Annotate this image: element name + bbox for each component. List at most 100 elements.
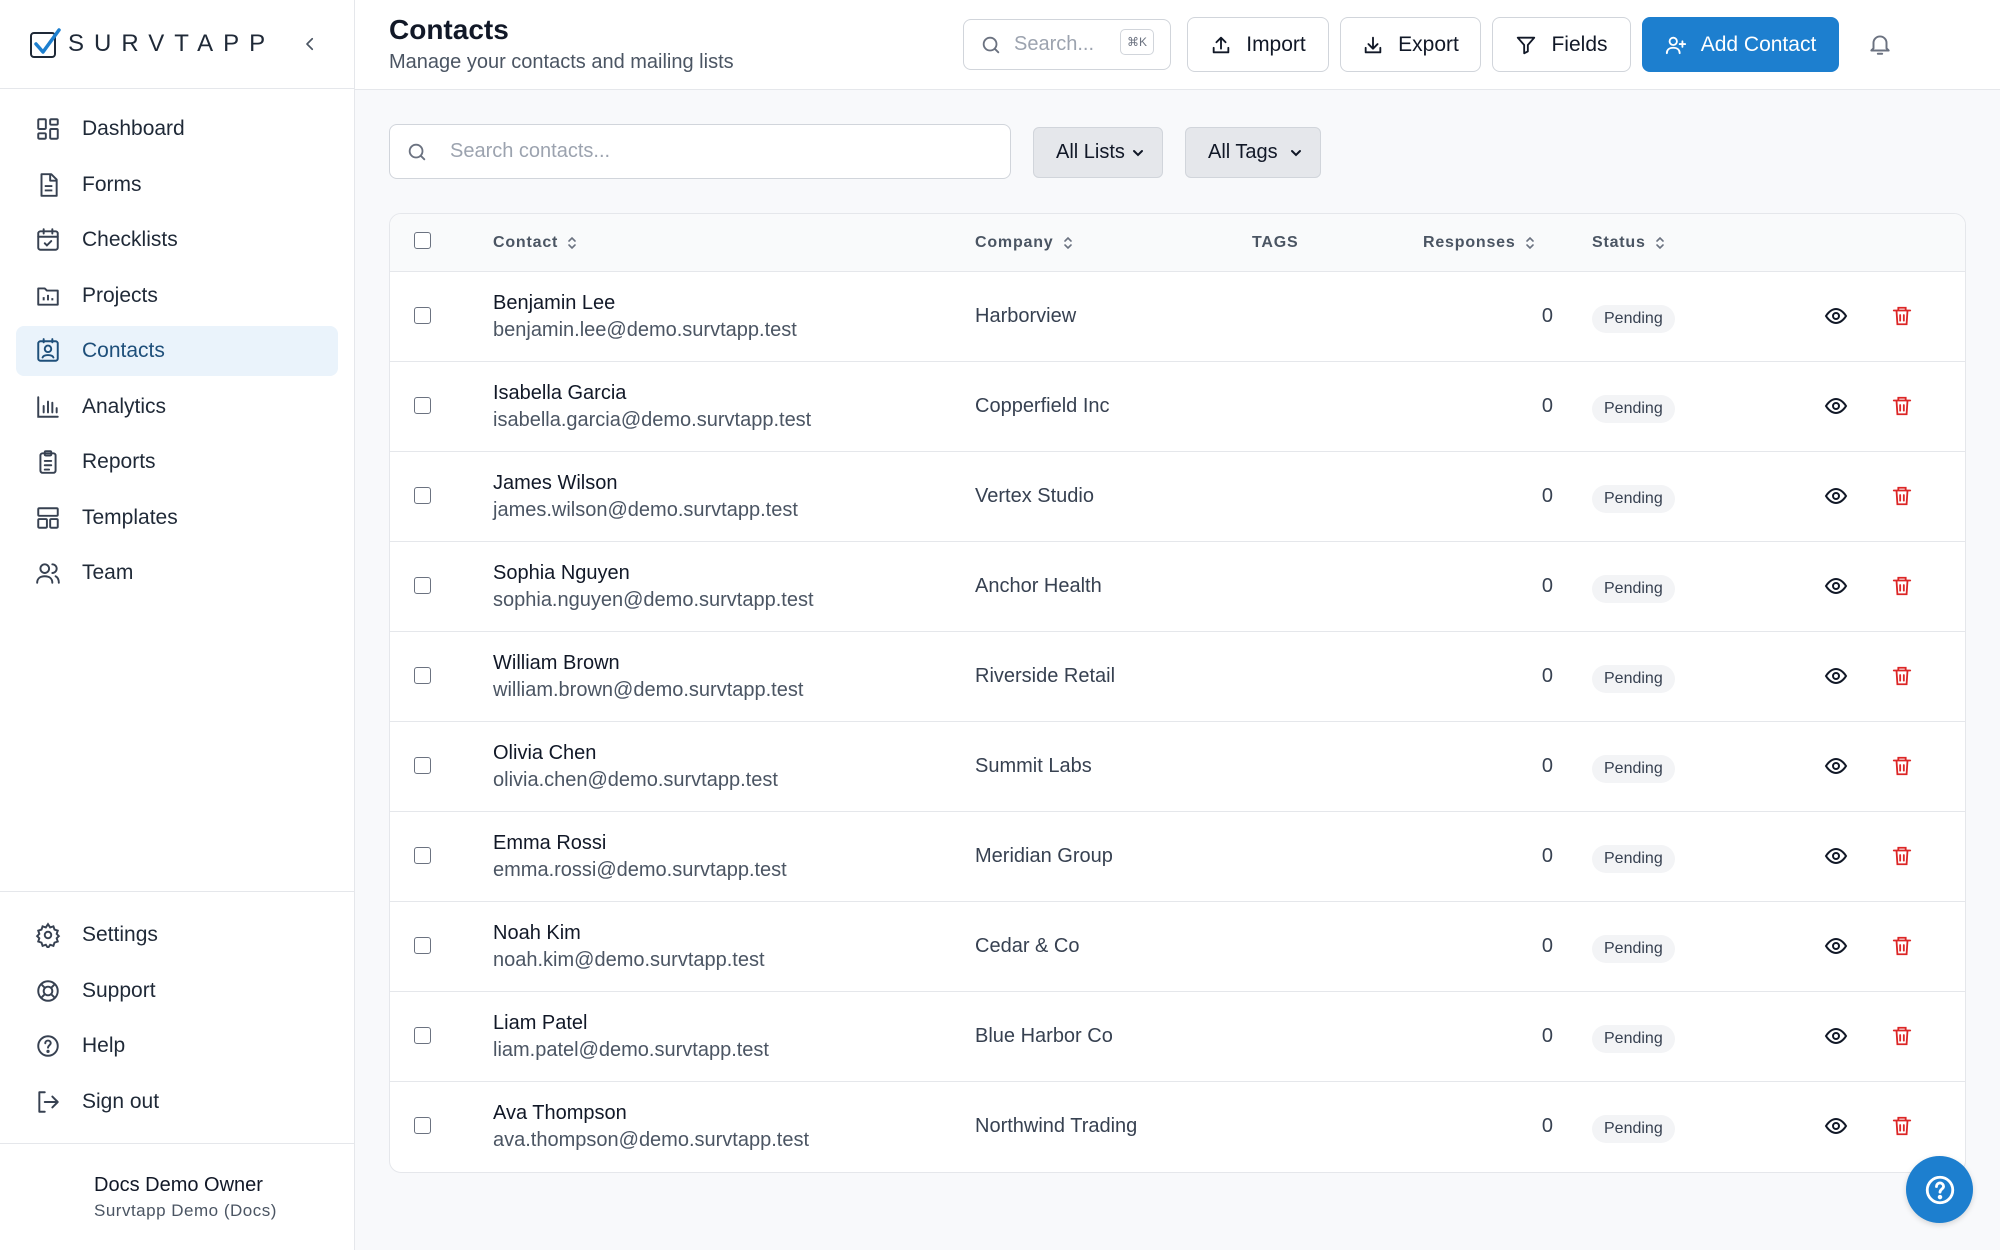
delete-contact-button[interactable] xyxy=(1888,662,1916,690)
delete-contact-button[interactable] xyxy=(1888,482,1916,510)
contact-name[interactable]: James Wilson xyxy=(493,472,617,495)
collapse-sidebar-button[interactable] xyxy=(296,30,324,58)
user-org: Survtapp Demo (Docs) xyxy=(94,1201,277,1220)
sidebar-item-checklists[interactable]: Checklists xyxy=(16,215,338,265)
contact-company: Blue Harbor Co xyxy=(975,1025,1113,1047)
contact-responses: 0 xyxy=(1541,395,1553,417)
contact-name[interactable]: Noah Kim xyxy=(493,922,581,945)
page-header: Contacts Manage your contacts and mailin… xyxy=(355,0,2000,90)
table-row[interactable]: Liam Patel liam.patel@demo.survtapp.test B… xyxy=(390,991,1965,1081)
fields-button[interactable]: Fields xyxy=(1492,17,1631,72)
delete-contact-button[interactable] xyxy=(1888,752,1916,780)
row-checkbox[interactable] xyxy=(414,847,431,864)
row-checkbox[interactable] xyxy=(414,577,431,594)
sidebar-item-projects[interactable]: Projects xyxy=(16,271,338,321)
contact-name[interactable]: Emma Rossi xyxy=(493,832,606,855)
export-label: Export xyxy=(1398,32,1459,56)
folder-chart-icon xyxy=(34,282,62,310)
chevron-down-icon xyxy=(1288,142,1310,164)
sidebar-item-support[interactable]: Support xyxy=(16,966,338,1016)
sidebar-item-sign-out[interactable]: Sign out xyxy=(16,1077,338,1127)
table-row[interactable]: Emma Rossi emma.rossi@demo.survtapp.test M… xyxy=(390,811,1965,901)
sidebar-item-templates[interactable]: Templates xyxy=(16,493,338,543)
row-checkbox[interactable] xyxy=(414,487,431,504)
view-contact-button[interactable] xyxy=(1822,572,1850,600)
column-responses[interactable]: Responses xyxy=(1423,234,1536,252)
tags-select-value: All Tags xyxy=(1208,141,1278,163)
trash-icon xyxy=(1891,485,1913,507)
sidebar-item-dashboard[interactable]: Dashboard xyxy=(16,104,338,154)
user-profile[interactable]: Docs Demo Owner Survtapp Demo (Docs) xyxy=(0,1143,354,1250)
sidebar-item-label: Forms xyxy=(82,172,142,196)
delete-contact-button[interactable] xyxy=(1888,842,1916,870)
delete-contact-button[interactable] xyxy=(1888,932,1916,960)
column-status[interactable]: Status xyxy=(1592,234,1666,252)
delete-contact-button[interactable] xyxy=(1888,1112,1916,1140)
delete-contact-button[interactable] xyxy=(1888,1022,1916,1050)
logo-checkmark-icon xyxy=(28,27,62,61)
contact-name[interactable]: Sophia Nguyen xyxy=(493,562,630,585)
lists-select[interactable]: All Lists xyxy=(1033,127,1163,178)
log-out-icon xyxy=(34,1088,62,1116)
delete-contact-button[interactable] xyxy=(1888,392,1916,420)
sidebar-item-help[interactable]: Help xyxy=(16,1021,338,1071)
view-contact-button[interactable] xyxy=(1822,392,1850,420)
export-button[interactable]: Export xyxy=(1340,17,1481,72)
column-contact[interactable]: Contact xyxy=(493,234,578,252)
table-row[interactable]: Isabella Garcia isabella.garcia@demo.surv… xyxy=(390,361,1965,451)
sidebar-item-team[interactable]: Team xyxy=(16,548,338,598)
table-row[interactable]: James Wilson james.wilson@demo.survtapp.t… xyxy=(390,451,1965,541)
sidebar-item-analytics[interactable]: Analytics xyxy=(16,382,338,432)
help-chat-button[interactable] xyxy=(1906,1156,1973,1223)
contact-name[interactable]: Liam Patel xyxy=(493,1012,588,1035)
global-search-input[interactable]: Search... ⌘K xyxy=(963,19,1171,70)
tags-select[interactable]: All Tags xyxy=(1185,127,1321,178)
sidebar-item-label: Team xyxy=(82,561,134,584)
column-company[interactable]: Company xyxy=(975,234,1074,252)
table-row[interactable]: William Brown william.brown@demo.survtapp… xyxy=(390,631,1965,721)
row-checkbox[interactable] xyxy=(414,937,431,954)
select-all-checkbox[interactable] xyxy=(414,232,431,249)
sidebar-item-reports[interactable]: Reports xyxy=(16,437,338,487)
view-contact-button[interactable] xyxy=(1822,932,1850,960)
row-checkbox[interactable] xyxy=(414,757,431,774)
notifications-button[interactable] xyxy=(1864,28,1896,60)
row-checkbox[interactable] xyxy=(414,1117,431,1134)
chevron-left-icon xyxy=(306,37,314,51)
table-row[interactable]: Olivia Chen olivia.chen@demo.survtapp.tes… xyxy=(390,721,1965,811)
row-checkbox[interactable] xyxy=(414,1027,431,1044)
delete-contact-button[interactable] xyxy=(1888,572,1916,600)
view-contact-button[interactable] xyxy=(1822,1112,1850,1140)
row-checkbox[interactable] xyxy=(414,397,431,414)
table-row[interactable]: Benjamin Lee benjamin.lee@demo.survtapp.t… xyxy=(390,271,1965,361)
table-row[interactable]: Sophia Nguyen sophia.nguyen@demo.survtapp… xyxy=(390,541,1965,631)
eye-icon xyxy=(1824,754,1848,778)
sidebar-item-forms[interactable]: Forms xyxy=(16,160,338,210)
sidebar-item-label: Checklists xyxy=(82,228,178,251)
view-contact-button[interactable] xyxy=(1822,842,1850,870)
view-contact-button[interactable] xyxy=(1822,302,1850,330)
delete-contact-button[interactable] xyxy=(1888,302,1916,330)
contact-email: noah.kim@demo.survtapp.test xyxy=(493,949,765,971)
view-contact-button[interactable] xyxy=(1822,752,1850,780)
view-contact-button[interactable] xyxy=(1822,662,1850,690)
row-checkbox[interactable] xyxy=(414,307,431,324)
add-contact-button[interactable]: Add Contact xyxy=(1642,17,1839,72)
sidebar-item-contacts[interactable]: Contacts xyxy=(16,326,338,376)
contact-name[interactable]: Benjamin Lee xyxy=(493,292,615,315)
view-contact-button[interactable] xyxy=(1822,1022,1850,1050)
row-checkbox[interactable] xyxy=(414,667,431,684)
column-tags: TAGS xyxy=(1252,234,1298,252)
view-contact-button[interactable] xyxy=(1822,482,1850,510)
table-row[interactable]: Ava Thompson ava.thompson@demo.survtapp.t… xyxy=(390,1081,1965,1171)
filter-icon xyxy=(1515,33,1539,57)
contact-name[interactable]: Olivia Chen xyxy=(493,742,596,765)
eye-icon xyxy=(1824,1024,1848,1048)
contact-name[interactable]: William Brown xyxy=(493,652,620,675)
sidebar-item-settings[interactable]: Settings xyxy=(16,910,338,960)
contacts-search-input[interactable]: Search contacts... xyxy=(389,124,1011,179)
import-button[interactable]: Import xyxy=(1187,17,1329,72)
contact-name[interactable]: Ava Thompson xyxy=(493,1102,627,1125)
contact-name[interactable]: Isabella Garcia xyxy=(493,382,626,405)
table-row[interactable]: Noah Kim noah.kim@demo.survtapp.test Cedar… xyxy=(390,901,1965,991)
